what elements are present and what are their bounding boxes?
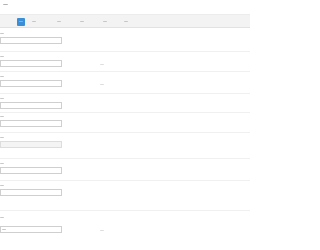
tab-2[interactable]: — [32,18,36,26]
divider [0,51,250,52]
tab-5[interactable]: — [103,18,107,26]
divider [0,158,250,159]
tab-bar: — — — — — — [0,15,250,28]
divider [0,132,250,133]
divider [0,112,250,113]
page-title: — [3,2,8,8]
divider [0,93,250,94]
divider [0,71,250,72]
field-2-label: — [0,54,4,59]
field-9-input[interactable]: — [0,226,62,233]
field-9-hint: — [100,228,104,233]
divider [0,210,250,211]
field-1-label: — [0,31,4,36]
field-7-label: — [0,161,4,166]
field-2-input[interactable] [0,60,62,67]
field-8-input[interactable] [0,189,62,196]
field-2-hint: — [100,62,104,67]
field-6-label: — [0,135,4,140]
field-3-label: — [0,74,4,79]
tab-1[interactable]: — [17,18,25,26]
field-8-label: — [0,183,4,188]
field-5-label: — [0,114,4,119]
tab-6[interactable]: — [124,18,128,26]
field-1-input[interactable] [0,37,62,44]
tab-4[interactable]: — [80,18,84,26]
divider [0,180,250,181]
field-5-input[interactable] [0,120,62,127]
field-4-label: — [0,96,4,101]
field-4-input[interactable] [0,102,62,109]
field-9-label: — [0,215,4,220]
field-6-input [0,141,62,148]
field-3-hint: — [100,82,104,87]
field-3-input[interactable] [0,80,62,87]
title-bar: — [0,0,250,15]
field-7-input[interactable] [0,167,62,174]
tab-3[interactable]: — [57,18,61,26]
